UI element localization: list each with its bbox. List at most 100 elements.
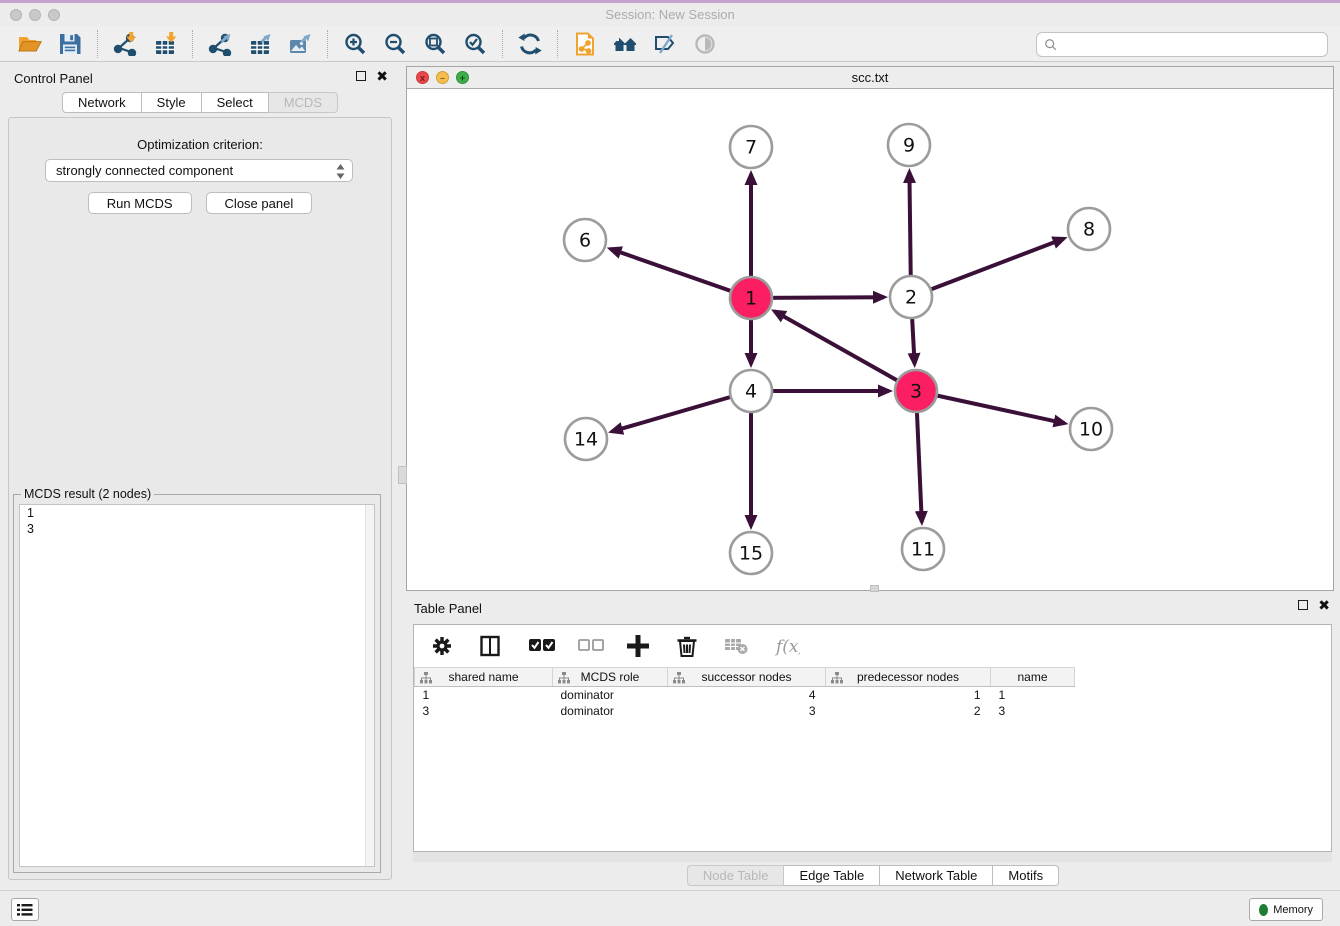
graph-node-2[interactable]: 2: [890, 276, 932, 318]
graph-node-9[interactable]: 9: [888, 124, 930, 166]
split-divider-handle[interactable]: [398, 466, 407, 484]
table-panel-title: Table Panel: [414, 601, 482, 616]
node-label: 7: [745, 137, 757, 159]
toolbar-separator: [327, 30, 328, 58]
cell-MCDS-role[interactable]: dominator: [553, 687, 668, 703]
memory-button[interactable]: Memory: [1249, 898, 1323, 921]
cell-predecessor-nodes[interactable]: 1: [826, 687, 991, 703]
node-label: 8: [1083, 219, 1095, 241]
cell-name[interactable]: 1: [991, 687, 1075, 703]
tab-edge-table[interactable]: Edge Table: [784, 865, 880, 886]
graph-node-4[interactable]: 4: [730, 370, 772, 412]
result-scrollbar[interactable]: [365, 505, 374, 866]
graph-node-1[interactable]: 1: [730, 277, 772, 319]
node-label: 14: [574, 429, 598, 451]
network-file-icon[interactable]: [568, 29, 602, 59]
node-label: 3: [910, 381, 922, 403]
search-input[interactable]: [1058, 33, 1327, 56]
graph-node-10[interactable]: 10: [1070, 408, 1112, 450]
graph-node-6[interactable]: 6: [564, 219, 606, 261]
node-table: shared nameMCDS rolesuccessor nodesprede…: [414, 667, 1331, 719]
float-panel-icon[interactable]: [356, 71, 366, 81]
tab-select[interactable]: Select: [202, 92, 269, 113]
zoom-selected-icon[interactable]: [458, 29, 492, 59]
tab-network[interactable]: Network: [62, 92, 142, 113]
export-table-icon[interactable]: [243, 29, 277, 59]
run-mcds-button[interactable]: Run MCDS: [88, 192, 192, 214]
search-icon: [1044, 38, 1058, 52]
column-header-successor-nodes[interactable]: successor nodes: [668, 668, 826, 687]
graph-node-3[interactable]: 3: [895, 370, 937, 412]
cell-predecessor-nodes[interactable]: 2: [826, 703, 991, 719]
graph-node-15[interactable]: 15: [730, 532, 772, 574]
split-columns-icon[interactable]: [480, 635, 506, 657]
table-float-panel-icon[interactable]: [1298, 600, 1308, 610]
graph-node-7[interactable]: 7: [730, 126, 772, 168]
control-panel: Control Panel ✖ NetworkStyleSelectMCDS O…: [0, 66, 400, 888]
tab-style[interactable]: Style: [142, 92, 202, 113]
network-canvas[interactable]: 7 9 6 8 1 2 4 3 14 10 15 11: [407, 89, 1333, 590]
svg-text:f(x): f(x): [774, 637, 800, 657]
open-file-icon[interactable]: [13, 29, 47, 59]
column-header-predecessor-nodes[interactable]: predecessor nodes: [826, 668, 991, 687]
cell-successor-nodes[interactable]: 4: [668, 687, 826, 703]
node-label: 1: [745, 288, 757, 310]
home-icon[interactable]: [608, 29, 642, 59]
cell-successor-nodes[interactable]: 3: [668, 703, 826, 719]
deselect-all-icon[interactable]: [578, 635, 604, 657]
close-panel-icon[interactable]: ✖: [376, 71, 388, 81]
import-network-icon[interactable]: [108, 29, 142, 59]
table-bottom-band: [413, 852, 1332, 862]
hide-labels-icon[interactable]: [648, 29, 682, 59]
column-header-shared-name[interactable]: shared name: [415, 668, 553, 687]
close-panel-button[interactable]: Close panel: [206, 192, 313, 214]
column-header-name[interactable]: name: [991, 668, 1075, 687]
table-row[interactable]: 1dominator411: [415, 687, 1332, 703]
toggle-view-icon[interactable]: [688, 29, 722, 59]
criterion-selected-value: strongly connected component: [56, 163, 233, 178]
tab-mcds[interactable]: MCDS: [269, 92, 338, 113]
zoom-fit-icon[interactable]: [418, 29, 452, 59]
edge-1-6[interactable]: [611, 249, 752, 298]
select-all-icon[interactable]: [529, 635, 555, 657]
tab-network-table[interactable]: Network Table: [880, 865, 993, 886]
mcds-result-group: MCDS result (2 nodes) 13: [13, 494, 381, 873]
zoom-out-icon[interactable]: [378, 29, 412, 59]
cell-shared-name[interactable]: 1: [415, 687, 553, 703]
network-window-titlebar[interactable]: x – + scc.txt: [407, 67, 1333, 89]
table-close-panel-icon[interactable]: ✖: [1318, 600, 1330, 610]
hierarchy-icon: [420, 672, 432, 687]
graph-node-8[interactable]: 8: [1068, 208, 1110, 250]
cell-name[interactable]: 3: [991, 703, 1075, 719]
window-titlebar: Session: New Session: [0, 3, 1340, 26]
network-graph[interactable]: 7 9 6 8 1 2 4 3 14 10 15 11: [407, 89, 1333, 591]
search-field[interactable]: [1036, 32, 1328, 57]
edge-3-1[interactable]: [775, 311, 917, 391]
toolbar-separator: [97, 30, 98, 58]
task-history-button[interactable]: [11, 898, 39, 921]
criterion-select[interactable]: strongly connected component: [45, 159, 353, 182]
apply-layout-icon[interactable]: [513, 29, 547, 59]
graph-node-14[interactable]: 14: [565, 418, 607, 460]
delete-row-icon[interactable]: [676, 635, 702, 657]
edge-3-10[interactable]: [916, 391, 1065, 423]
export-network-icon[interactable]: [203, 29, 237, 59]
settings-gear-icon[interactable]: [431, 635, 457, 657]
graph-node-11[interactable]: 11: [902, 528, 944, 570]
export-image-icon[interactable]: [283, 29, 317, 59]
zoom-in-icon[interactable]: [338, 29, 372, 59]
network-view-window: x – + scc.txt 7 9 6 8 1 2 4 3 14 10 15 11: [406, 66, 1334, 591]
cell-shared-name[interactable]: 3: [415, 703, 553, 719]
tab-node-table[interactable]: Node Table: [687, 865, 785, 886]
memory-status-icon: [1259, 904, 1268, 916]
import-table-icon[interactable]: [148, 29, 182, 59]
cell-MCDS-role[interactable]: dominator: [553, 703, 668, 719]
pane-resize-handle[interactable]: [870, 585, 879, 592]
add-row-icon[interactable]: [627, 635, 653, 657]
mcds-result-list[interactable]: 13: [19, 504, 375, 867]
tab-motifs[interactable]: Motifs: [993, 865, 1059, 886]
edge-2-8[interactable]: [911, 239, 1064, 297]
column-header-MCDS-role[interactable]: MCDS role: [553, 668, 668, 687]
table-row[interactable]: 3dominator323: [415, 703, 1332, 719]
save-session-icon[interactable]: [53, 29, 87, 59]
